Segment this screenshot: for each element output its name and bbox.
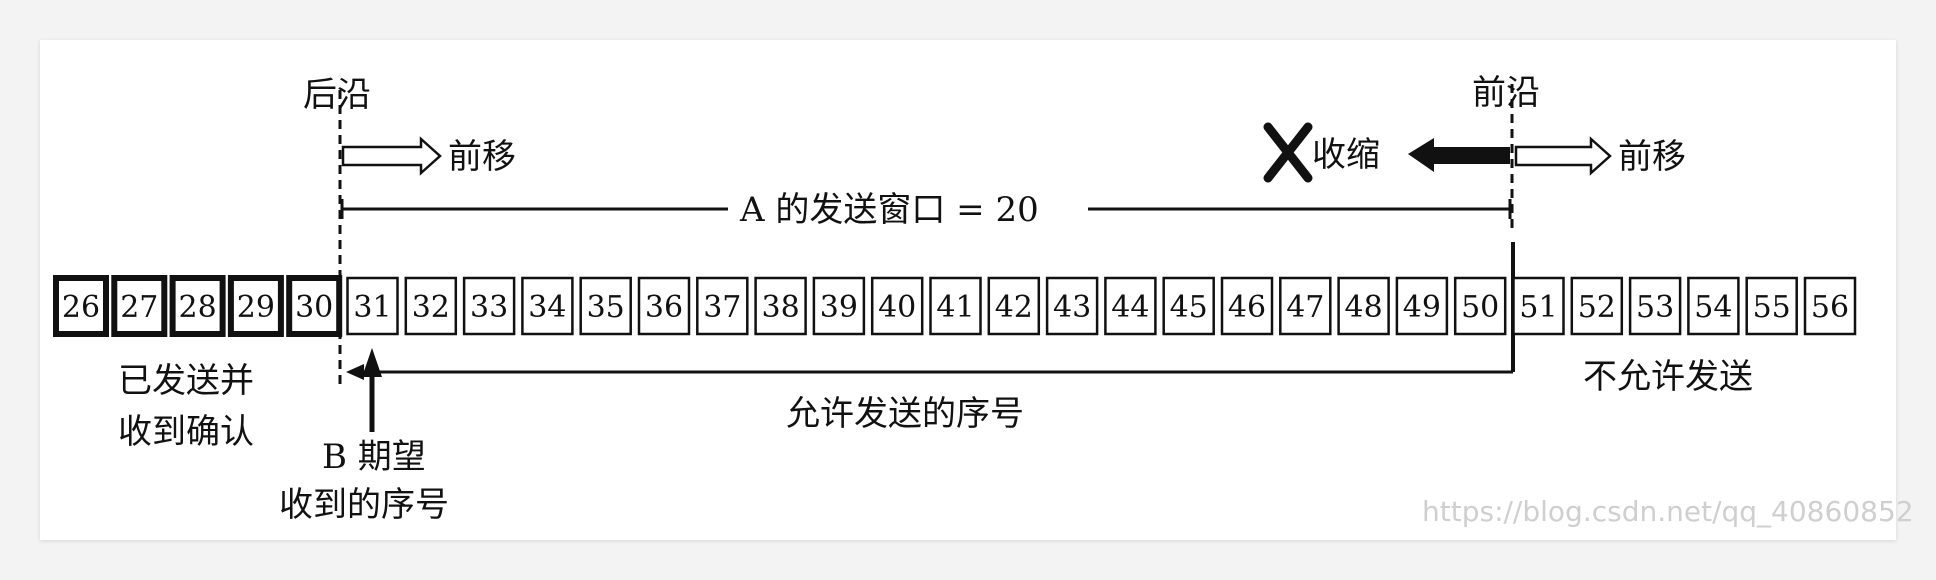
seq-number: 53: [1636, 290, 1674, 325]
seq-number: 41: [936, 290, 974, 325]
watermark-text: https://blog.csdn.net/qq_40860852: [1422, 495, 1914, 528]
allowed-sequence-group: 31 32 33 34 35 36 37 38 39 40 41 42 43 44 45 46 47 48 49 50: [346, 276, 1507, 336]
seq-number: 38: [762, 290, 800, 325]
allowed-seq-box: 49: [1395, 276, 1449, 336]
move-forward-left-label: 前移: [448, 137, 516, 177]
b-expect-label-line2: 收到的序号: [279, 485, 449, 525]
allowed-seq-box: 32: [404, 276, 458, 336]
seq-number: 52: [1578, 290, 1616, 325]
allowed-seq-box: 40: [870, 276, 924, 336]
seq-number: 33: [470, 290, 508, 325]
seq-number: 40: [878, 290, 916, 325]
allowed-seq-box: 39: [812, 276, 866, 336]
allowed-seq-box: 42: [987, 276, 1041, 336]
acked-seq-box: 28: [169, 275, 226, 337]
trailing-edge-label: 后沿: [303, 75, 371, 115]
not-allowed-seq-box: 55: [1745, 276, 1798, 336]
seq-number: 29: [237, 290, 275, 325]
seq-number: 32: [412, 290, 450, 325]
allowed-seq-box: 45: [1162, 276, 1215, 336]
allowed-seq-box: 33: [462, 276, 516, 336]
not-allowed-seq-box: 51: [1512, 276, 1565, 336]
seq-number: 50: [1461, 290, 1499, 325]
allowed-seq-box: 38: [754, 276, 807, 336]
allowed-range-label: 允许发送的序号: [786, 394, 1024, 434]
seq-number: 27: [120, 290, 158, 325]
allowed-seq-box: 36: [637, 276, 691, 336]
not-allowed-seq-box: 52: [1570, 276, 1624, 336]
shrink-label: 收缩: [1312, 135, 1380, 175]
seq-number: 51: [1519, 290, 1557, 325]
acked-seq-box: 26: [53, 275, 109, 337]
seq-number: 49: [1403, 290, 1441, 325]
seq-number: 44: [1111, 290, 1149, 325]
sent-acked-label-line1: 已发送并: [118, 361, 254, 401]
allowed-range-line: [346, 364, 1513, 380]
seq-number: 42: [995, 290, 1033, 325]
seq-number: 35: [587, 290, 625, 325]
not-allowed-seq-box: 54: [1687, 276, 1740, 336]
acked-sequence-group: 26 27 28 29 30: [53, 275, 343, 337]
not-allowed-sequence-group: 51 52 53 54 55 56: [1512, 276, 1857, 336]
allowed-seq-box: 34: [521, 276, 574, 336]
allowed-seq-box: 44: [1104, 276, 1157, 336]
seq-number: 55: [1753, 290, 1791, 325]
acked-seq-box: 30: [286, 275, 343, 337]
seq-number: 34: [528, 290, 566, 325]
window-label: A 的发送窗口 = 20: [739, 190, 1039, 230]
seq-number: 31: [353, 290, 391, 325]
x-mark-icon: [1263, 122, 1313, 183]
solid-left-arrow-icon: [1408, 138, 1510, 172]
seq-number: 26: [62, 290, 100, 325]
seq-number: 39: [820, 290, 858, 325]
allowed-seq-box: 41: [929, 276, 982, 336]
seq-number: 28: [179, 290, 217, 325]
seq-number: 37: [703, 290, 741, 325]
b-expect-label-line1: B 期望: [322, 437, 426, 477]
up-arrow-icon: [362, 348, 382, 432]
hollow-right-arrow-icon: [341, 136, 442, 176]
seq-number: 46: [1228, 290, 1266, 325]
allowed-seq-box: 37: [696, 276, 749, 336]
hollow-right-arrow-icon: [1514, 136, 1612, 176]
allowed-seq-box: 48: [1337, 276, 1390, 336]
seq-number: 45: [1170, 290, 1208, 325]
seq-number: 47: [1286, 290, 1324, 325]
seq-number: 48: [1345, 290, 1383, 325]
allowed-seq-box: 46: [1220, 276, 1274, 336]
not-allowed-seq-box: 56: [1803, 276, 1857, 336]
seq-number: 54: [1694, 290, 1732, 325]
seq-number: 56: [1811, 290, 1849, 325]
move-forward-right-label: 前移: [1618, 137, 1686, 177]
allowed-seq-box: 50: [1453, 276, 1507, 336]
acked-seq-box: 29: [227, 275, 284, 337]
allowed-seq-box: 31: [346, 276, 399, 336]
leading-edge-label: 前沿: [1472, 73, 1540, 113]
sent-acked-label-line2: 收到确认: [118, 412, 254, 452]
seq-number: 43: [1053, 290, 1091, 325]
seq-number: 30: [295, 290, 333, 325]
allowed-seq-box: 47: [1279, 276, 1332, 336]
acked-seq-box: 27: [111, 275, 168, 337]
allowed-seq-box: 43: [1045, 276, 1099, 336]
seq-number: 36: [645, 290, 683, 325]
allowed-seq-box: 35: [579, 276, 632, 336]
stage: 后沿 前沿 前移 收缩 前移 A 的发送窗口 = 20 26 27 28 29 …: [0, 0, 1936, 580]
not-allowed-label: 不允许发送: [1583, 357, 1753, 397]
sliding-window-diagram: 后沿 前沿 前移 收缩 前移 A 的发送窗口 = 20 26 27 28 29 …: [53, 73, 1914, 528]
not-allowed-seq-box: 53: [1628, 276, 1682, 336]
